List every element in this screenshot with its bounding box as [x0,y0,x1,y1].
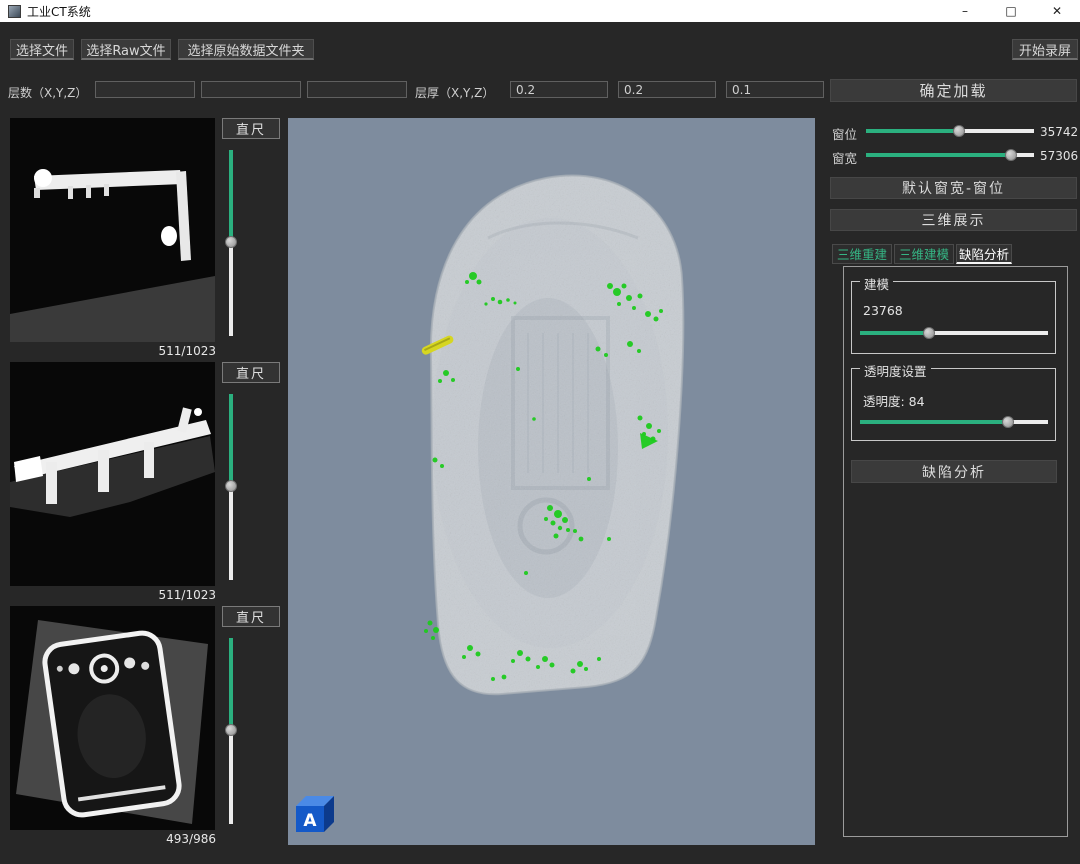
transparency-value-label: 透明度: 84 [863,391,925,410]
tab-3d-reconstruction[interactable]: 三维重建 [832,244,892,264]
ruler-button-1[interactable]: 直尺 [222,118,280,139]
window-level-value: 35742 [1040,125,1078,139]
slice-slider-2[interactable] [224,394,238,580]
logo-cube-icon: A [296,796,334,832]
maximize-button[interactable]: □ [988,0,1034,22]
slice-position-2: 511/1023 [60,588,216,602]
reconstruction-3d-graphic: A [288,118,815,845]
confirm-load-button[interactable]: 确定加载 [830,79,1077,102]
defect-analysis-button[interactable]: 缺陷分析 [851,460,1057,483]
slider-handle[interactable] [225,724,237,736]
layers-x-field[interactable] [95,81,195,98]
ct-slice-1-image[interactable] [10,118,215,342]
close-button[interactable]: ✕ [1034,0,1080,22]
thickness-x-field[interactable] [510,81,608,98]
ct-slice-2-graphic [10,362,215,586]
transparency-slider[interactable] [860,415,1048,429]
ct-slice-3-image[interactable] [10,606,215,830]
select-folder-button[interactable]: 选择原始数据文件夹 [178,39,314,60]
display-3d-button[interactable]: 三维展示 [830,209,1077,231]
modeling-group-title: 建模 [860,274,893,293]
ct-slice-2-image[interactable] [10,362,215,586]
slice-slider-3[interactable] [224,638,238,824]
modeling-value: 23768 [863,303,903,318]
window-controls: – □ ✕ [942,0,1080,22]
title-bar: 工业CT系统 – □ ✕ [0,0,1080,22]
window-level-label: 窗位 [832,124,857,143]
slider-handle[interactable] [225,480,237,492]
thickness-z-field[interactable] [726,81,824,98]
start-record-button[interactable]: 开始录屏 [1012,39,1078,60]
slider-handle[interactable] [1005,149,1017,161]
window-title: 工业CT系统 [27,3,91,20]
tab-3d-modeling[interactable]: 三维建模 [894,244,954,264]
logo-letter: A [303,811,317,831]
slider-fill [860,331,930,335]
slice-position-1: 511/1023 [60,344,216,358]
modeling-slider[interactable] [860,326,1048,340]
slider-handle[interactable] [923,327,935,339]
tab-defect-analysis[interactable]: 缺陷分析 [956,244,1012,264]
ruler-button-3[interactable]: 直尺 [222,606,280,627]
layers-z-field[interactable] [307,81,407,98]
layers-label: 层数（X,Y,Z） [8,84,87,101]
slider-fill [860,420,1009,424]
window-level-slider[interactable] [866,124,1034,138]
app-icon [8,5,21,18]
viewport-3d[interactable]: A [288,118,815,845]
slider-fill [866,153,1012,157]
slider-fill [229,394,233,487]
ct-slice-3-graphic [10,606,215,830]
window-width-label: 窗宽 [832,148,857,167]
slider-fill [229,638,233,731]
slice-slider-1[interactable] [224,150,238,336]
slider-fill [866,129,960,133]
slider-fill [229,150,233,243]
slider-handle[interactable] [1002,416,1014,428]
layers-y-field[interactable] [201,81,301,98]
window-width-value: 57306 [1040,149,1078,163]
select-file-button[interactable]: 选择文件 [10,39,74,60]
minimize-button[interactable]: – [942,0,988,22]
ruler-button-2[interactable]: 直尺 [222,362,280,383]
slice-position-3: 493/986 [60,832,216,846]
select-raw-button[interactable]: 选择Raw文件 [81,39,171,60]
slider-handle[interactable] [225,236,237,248]
window-width-slider[interactable] [866,148,1034,162]
slider-handle[interactable] [953,125,965,137]
thickness-label: 层厚（X,Y,Z） [415,84,494,101]
transparency-group-title: 透明度设置 [860,361,931,380]
ct-slice-1-graphic [10,118,215,342]
thickness-y-field[interactable] [618,81,716,98]
default-window-button[interactable]: 默认窗宽-窗位 [830,177,1077,199]
